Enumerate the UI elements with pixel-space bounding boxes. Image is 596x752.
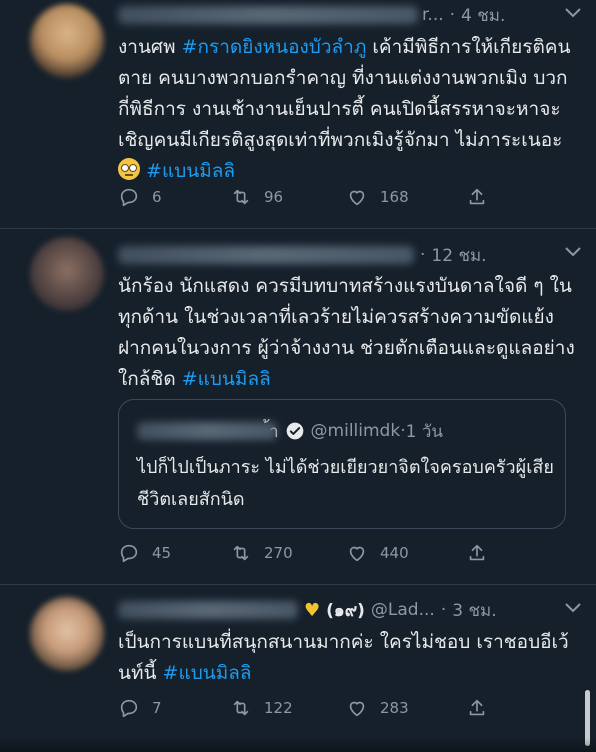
dot-separator: · — [440, 600, 447, 620]
like-icon — [349, 546, 365, 562]
hashtag-link[interactable]: #แบนมิลลิ — [182, 368, 271, 390]
text-segment: งานศพ — [118, 36, 182, 58]
like-icon — [349, 190, 365, 206]
tweet-time[interactable]: 12 ชม. — [431, 242, 486, 269]
dot-separator: · — [420, 245, 426, 265]
name-extra: (๑๙) — [326, 600, 365, 621]
eye-roll-emoji — [118, 158, 140, 180]
tweet-time[interactable]: 3 ชม. — [452, 597, 496, 624]
like-count: 283 — [380, 699, 409, 717]
retweet-button[interactable]: 122 — [230, 695, 293, 721]
quoted-handle[interactable]: @millimdk — [311, 421, 401, 441]
chevron-down-icon[interactable] — [564, 601, 582, 615]
like-button[interactable]: 168 — [346, 184, 409, 210]
retweet-button[interactable]: 96 — [230, 184, 283, 210]
tweet[interactable]: r... · 4 ชม. งานศพ #กราดยิงหนองบัวลำภู เ… — [0, 0, 596, 228]
tweet-handle[interactable]: @Lad... — [371, 600, 435, 620]
reply-icon — [120, 544, 138, 563]
like-button[interactable]: 440 — [346, 540, 409, 566]
hashtag-link[interactable]: #กราดยิงหนองบัวลำภู — [182, 36, 367, 58]
blurred-display-name[interactable] — [118, 246, 414, 264]
quoted-tweet-header: ้า @millimdk · 1 วัน — [137, 418, 443, 444]
like-button[interactable]: 283 — [346, 695, 409, 721]
tweet-actions: 6 96 168 — [118, 184, 488, 210]
retweet-count: 122 — [264, 699, 293, 717]
bottom-shadow — [0, 738, 596, 752]
share-button[interactable] — [466, 184, 488, 210]
share-icon — [469, 188, 485, 205]
tweet-actions: 45 270 440 — [118, 540, 488, 566]
retweet-count: 270 — [264, 544, 293, 562]
reply-button[interactable]: 45 — [118, 540, 171, 566]
hashtag-link[interactable]: #แบนมิลลิ — [146, 160, 235, 182]
quoted-tweet[interactable]: ้า @millimdk · 1 วัน ไปก็ไปเป็นภาระ ไม่ไ… — [118, 399, 566, 529]
tweet[interactable]: · 12 ชม. นักร้อง นักแสดง ควรมีบทบาทสร้าง… — [0, 229, 596, 584]
tweet-text: งานศพ #กราดยิงหนองบัวลำภู เค้ามีพิธีการใ… — [118, 32, 578, 187]
avatar[interactable] — [30, 597, 104, 671]
retweet-count: 96 — [264, 188, 284, 206]
tweet-text: นักร้อง นักแสดง ควรมีบทบาทสร้างแรงบันดาล… — [118, 271, 578, 395]
chevron-down-icon[interactable] — [564, 245, 582, 259]
share-button[interactable] — [466, 540, 488, 566]
like-count: 168 — [380, 188, 409, 206]
blurred-display-name[interactable] — [118, 601, 298, 619]
hashtag-link[interactable]: #แบนมิลลิ — [163, 662, 252, 684]
tweet[interactable]: ♥ (๑๙) @Lad... · 3 ชม. เป็นการแบนที่สนุก… — [0, 585, 596, 752]
reply-button[interactable]: 6 — [118, 184, 162, 210]
retweet-icon — [233, 700, 249, 716]
tweet-header: · 12 ชม. — [118, 242, 580, 268]
share-icon — [469, 544, 485, 561]
avatar[interactable] — [30, 4, 104, 78]
tweet-header: ♥ (๑๙) @Lad... · 3 ชม. — [118, 597, 580, 623]
quoted-time[interactable]: 1 วัน — [406, 418, 443, 445]
tweet-time[interactable]: 4 ชม. — [461, 2, 505, 29]
timeline-feed: r... · 4 ชม. งานศพ #กราดยิงหนองบัวลำภู เ… — [0, 0, 596, 752]
blurred-display-name[interactable] — [137, 422, 277, 440]
reply-count: 45 — [152, 544, 172, 562]
tweet-header: r... · 4 ชม. — [118, 2, 580, 28]
like-icon — [349, 701, 365, 717]
share-button[interactable] — [466, 695, 488, 721]
chevron-down-icon[interactable] — [564, 6, 582, 20]
reply-count: 6 — [152, 188, 162, 206]
reply-icon — [120, 188, 138, 207]
retweet-icon — [233, 545, 249, 561]
reply-count: 7 — [152, 699, 162, 717]
retweet-button[interactable]: 270 — [230, 540, 293, 566]
verified-badge-icon — [286, 422, 303, 440]
reply-button[interactable]: 7 — [118, 695, 162, 721]
avatar[interactable] — [30, 237, 104, 311]
tweet-text: เป็นการแบนที่สนุกสนานมากค่ะ ใครไม่ชอบ เร… — [118, 627, 578, 689]
retweet-icon — [233, 189, 249, 205]
quoted-text: ไปก็ไปเป็นภาระ ไม่ได้ช่วยเยียวยาจิตใจครอ… — [137, 457, 554, 510]
share-icon — [469, 699, 485, 716]
name-tail: r... — [422, 5, 444, 25]
yellow-heart-emoji: ♥ — [304, 599, 321, 621]
blurred-display-name[interactable] — [118, 6, 418, 24]
dot-separator: · — [449, 5, 456, 25]
reply-icon — [120, 699, 138, 718]
tweet-actions: 7 122 283 — [118, 695, 488, 721]
like-count: 440 — [380, 544, 409, 562]
